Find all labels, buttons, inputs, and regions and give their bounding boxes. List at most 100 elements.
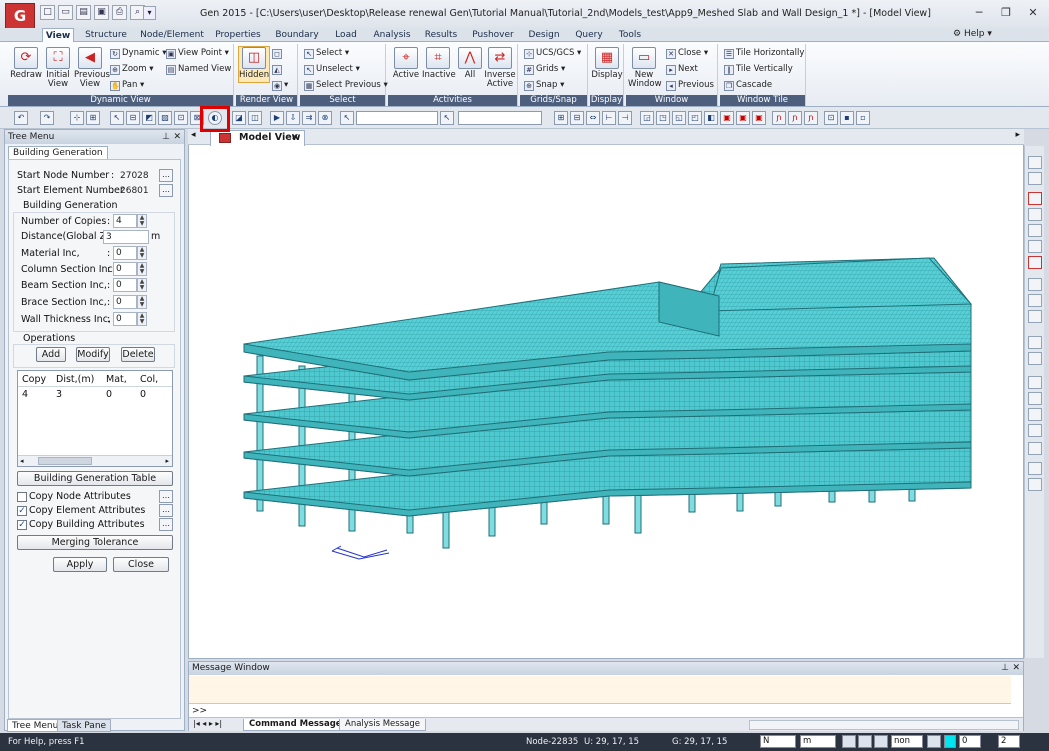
tab-properties[interactable]: Properties: [212, 29, 264, 42]
zoom-window-icon[interactable]: [1028, 192, 1042, 205]
lock-icon[interactable]: ▪: [840, 111, 854, 125]
render-option-2-icon[interactable]: ◭: [272, 63, 284, 75]
view-right-icon[interactable]: [1028, 424, 1042, 437]
view-tool-icon[interactable]: [1028, 462, 1042, 475]
snap-button[interactable]: ⊕ Snap ▾: [524, 79, 564, 91]
beam-inc-spinner[interactable]: ▲ ▼: [137, 278, 147, 292]
new-window-button[interactable]: ▭ New Window: [628, 47, 662, 89]
tab-design[interactable]: Design: [524, 29, 564, 42]
toolbar-tool-icon[interactable]: ⊞: [86, 111, 100, 125]
toolbar-tool-icon[interactable]: ◧: [704, 111, 718, 125]
toolbar-tool-icon[interactable]: ⊣: [618, 111, 632, 125]
initial-view-button[interactable]: ⛶ Initial View: [42, 47, 74, 89]
pin-icon[interactable]: ⊥: [162, 130, 170, 144]
print-icon[interactable]: ⎙: [112, 5, 127, 20]
tab-analysis[interactable]: Analysis: [370, 29, 414, 42]
scroll-tabs-left-icon[interactable]: ◂: [191, 130, 196, 140]
monitor-icon[interactable]: ▣: [752, 111, 766, 125]
view-iso-icon[interactable]: [1028, 352, 1042, 365]
filter-combo[interactable]: [458, 111, 542, 125]
cascade-button[interactable]: ❐ Cascade: [724, 79, 772, 91]
merging-tolerance-button[interactable]: Merging Tolerance: [17, 535, 173, 550]
number-input-b[interactable]: 2: [998, 735, 1020, 748]
close-icon[interactable]: ✕: [1012, 662, 1020, 675]
toolbar-tool-icon[interactable]: ⊹: [70, 111, 84, 125]
toolbar-tool-icon[interactable]: ▶: [270, 111, 284, 125]
next-window-button[interactable]: ▸ Next: [666, 63, 698, 75]
view-bottom-icon[interactable]: [1028, 392, 1042, 405]
copy-building-attributes-checkbox[interactable]: ✓: [17, 520, 27, 530]
open-folder-icon[interactable]: ▭: [58, 5, 73, 20]
beam-inc-input[interactable]: 0: [113, 278, 137, 292]
view-tool-icon[interactable]: [1028, 156, 1042, 169]
toolbar-tool-icon[interactable]: ⇔: [586, 111, 600, 125]
snap-mode-select[interactable]: non: [891, 735, 923, 748]
pan-button[interactable]: ✋ Pan ▾: [110, 79, 144, 91]
tab-analysis-message[interactable]: Analysis Message: [339, 719, 426, 731]
grid-icon[interactable]: [858, 735, 872, 748]
scroll-left-icon[interactable]: ◂: [20, 457, 24, 465]
restore-icon[interactable]: ❐: [993, 4, 1019, 22]
tab-model-view[interactable]: Model View ✕: [210, 130, 305, 146]
filter-cursor-icon[interactable]: ↖: [440, 111, 454, 125]
toolbar-tool-icon[interactable]: ◫: [248, 111, 262, 125]
open-file-icon[interactable]: ▤: [76, 5, 91, 20]
toolbar-tool-icon[interactable]: ⊟: [570, 111, 584, 125]
tile-vertically-button[interactable]: ‖ Tile Vertically: [724, 63, 793, 75]
tab-view[interactable]: View: [42, 28, 74, 42]
close-button[interactable]: Close: [113, 557, 169, 572]
named-view-button[interactable]: ▤ Named View: [166, 63, 231, 75]
toolbar-tool-icon[interactable]: ◪: [232, 111, 246, 125]
zoom-in-icon[interactable]: [1028, 224, 1042, 237]
scroll-tabs-right-icon[interactable]: ▸: [1015, 130, 1020, 140]
toolbar-tool-icon[interactable]: ◳: [656, 111, 670, 125]
modify-button[interactable]: Modify: [76, 347, 110, 362]
command-line[interactable]: >>: [189, 705, 1023, 717]
toolbar-tool-icon[interactable]: ▨: [158, 111, 172, 125]
toolbar-tool-icon[interactable]: ⊗: [318, 111, 332, 125]
zoom-button[interactable]: ⊕ Zoom ▾: [110, 63, 153, 75]
toolbar-tool-icon[interactable]: ◲: [640, 111, 654, 125]
previous-window-button[interactable]: ◂ Previous: [666, 79, 714, 91]
view-3d-icon[interactable]: [1028, 442, 1042, 455]
monitor-icon[interactable]: ▣: [736, 111, 750, 125]
select-previous-button[interactable]: ▦ Select Previous ▾: [304, 79, 388, 91]
building-generation-table-button[interactable]: Building Generation Table: [17, 471, 173, 486]
toolbar-tool-icon[interactable]: ⊢: [602, 111, 616, 125]
toolbar-tool-icon[interactable]: ⊞: [554, 111, 568, 125]
new-file-icon[interactable]: □: [40, 5, 55, 20]
view-tool-icon[interactable]: [1028, 478, 1042, 491]
play-icon[interactable]: [874, 735, 888, 748]
toolbar-tool-icon[interactable]: ◩: [142, 111, 156, 125]
all-button[interactable]: ⋀ All: [454, 47, 486, 80]
copies-input[interactable]: 4: [113, 214, 137, 228]
help-icon[interactable]: [927, 735, 941, 748]
table-scrollbar[interactable]: ◂ ▸: [18, 455, 172, 466]
scroll-right-icon[interactable]: ▸: [165, 457, 169, 465]
wall-inc-spinner[interactable]: ▲ ▼: [137, 312, 147, 326]
wall-inc-input[interactable]: 0: [113, 312, 137, 326]
view-front-icon[interactable]: [1028, 336, 1042, 349]
redraw-button[interactable]: ⟳ Redraw: [10, 47, 42, 80]
close-window-button[interactable]: ✕ Close ▾: [666, 47, 708, 59]
tab-pushover[interactable]: Pushover: [470, 29, 516, 42]
lock-icon[interactable]: ▫: [856, 111, 870, 125]
copy-node-options-button[interactable]: …: [159, 490, 173, 503]
save-icon[interactable]: ▣: [94, 5, 109, 20]
minimize-icon[interactable]: ─: [966, 4, 992, 22]
redo-icon[interactable]: ↷: [40, 111, 54, 125]
quick-access-dropdown-icon[interactable]: ▾: [143, 6, 156, 20]
copy-element-options-button[interactable]: …: [159, 504, 173, 517]
view-top-icon[interactable]: [1028, 376, 1042, 389]
select-combo[interactable]: [356, 111, 438, 125]
distance-input[interactable]: 3: [103, 230, 149, 244]
horizontal-scrollbar[interactable]: [749, 720, 1019, 730]
add-button[interactable]: Add: [36, 347, 66, 362]
tab-node-element[interactable]: Node/Element: [138, 29, 206, 42]
view-point-button[interactable]: ▣ View Point ▾: [166, 47, 229, 59]
start-node-browse-button[interactable]: …: [159, 169, 173, 182]
tab-task-pane[interactable]: Task Pane: [57, 719, 112, 732]
copy-node-attributes-checkbox[interactable]: [17, 492, 27, 502]
toolbar-tool-icon[interactable]: ◱: [672, 111, 686, 125]
toolbar-tool-icon[interactable]: ⊡: [824, 111, 838, 125]
